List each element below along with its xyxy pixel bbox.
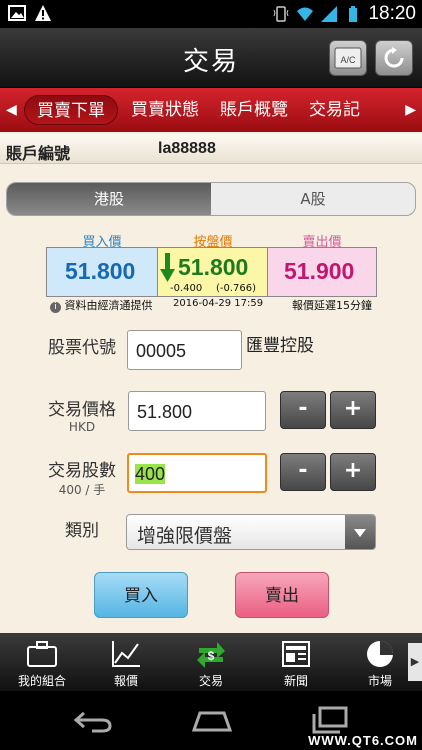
- tab-trade-history[interactable]: 交易記: [301, 95, 368, 125]
- order-type-label: 類別: [65, 521, 99, 541]
- down-arrow-icon: [160, 253, 175, 282]
- data-source-note: i 資料由經濟通提供: [50, 297, 153, 313]
- wifi-icon: [297, 7, 314, 21]
- quote-delay-note: 報價延遲15分鐘: [292, 299, 372, 312]
- svg-text:A/C: A/C: [340, 55, 356, 65]
- price-increase-button[interactable]: +: [330, 391, 376, 429]
- account-row: 賬戶編號 la88888: [0, 134, 422, 164]
- sell-button[interactable]: 賣出: [235, 572, 329, 618]
- market-option-hk[interactable]: 港股: [7, 183, 211, 215]
- account-number: la88888: [158, 140, 216, 157]
- title-bar: 交易 A/C: [0, 28, 422, 88]
- order-type-value: 增強限價盤: [137, 525, 233, 547]
- buy-button[interactable]: 買入: [94, 572, 188, 618]
- info-icon: i: [50, 302, 61, 313]
- tab-scroll-left-icon[interactable]: ◀: [6, 102, 17, 118]
- briefcase-icon: [27, 641, 57, 667]
- order-type-select[interactable]: 增強限價盤: [126, 514, 376, 550]
- tab-list: 買賣下單 買賣狀態 賬戶概覽 交易記: [24, 94, 396, 126]
- price-input[interactable]: 51.800: [128, 391, 266, 431]
- nav-trade-label: 交易: [198, 674, 223, 688]
- nav-quotes[interactable]: 報價: [86, 633, 166, 691]
- function-tab-bar: ◀ 買賣下單 買賣狀態 賬戶概覽 交易記 ▶: [0, 88, 422, 132]
- ask-price: 51.900: [284, 258, 355, 284]
- pie-chart-icon: [367, 641, 393, 667]
- system-nav-bar: WWW.QT6.COM: [0, 691, 422, 750]
- tab-order-status[interactable]: 買賣狀態: [123, 95, 207, 125]
- quantity-decrease-button[interactable]: -: [280, 453, 326, 491]
- nominal-box: 51.800 -0.400 (-0.766): [157, 247, 268, 297]
- market-option-a-share[interactable]: A股: [211, 183, 415, 215]
- nav-portfolio-label: 我的組合: [17, 674, 66, 688]
- exchange-icon: $: [197, 642, 225, 668]
- refresh-icon: [384, 47, 404, 68]
- bottom-navigation: 我的組合 報價 $ 交易 新聞 市場 ▶: [0, 633, 422, 691]
- status-bar: 18:20: [0, 0, 422, 28]
- recent-apps-icon[interactable]: [310, 705, 350, 735]
- quantity-label: 交易股數: [48, 461, 116, 481]
- tab-place-order[interactable]: 買賣下單: [24, 95, 118, 125]
- nav-more-arrow[interactable]: ▶: [408, 643, 422, 681]
- line-chart-icon: [112, 641, 140, 667]
- tab-scroll-right-icon[interactable]: ▶: [405, 102, 416, 118]
- quantity-increase-button[interactable]: +: [330, 453, 376, 491]
- tab-account-overview[interactable]: 賬戶概覽: [212, 95, 296, 125]
- watermark: WWW.QT6.COM: [308, 733, 418, 748]
- nav-trade[interactable]: $ 交易: [171, 633, 251, 691]
- svg-text:$: $: [208, 649, 215, 663]
- nominal-price: 51.800: [178, 254, 249, 280]
- price-label: 交易價格: [48, 400, 116, 420]
- quantity-input[interactable]: 400: [127, 453, 267, 493]
- nav-quotes-label: 報價: [113, 674, 138, 688]
- dropdown-caret-icon: [345, 515, 375, 549]
- battery-icon: [349, 6, 358, 22]
- image-notification-icon: [8, 5, 26, 21]
- clock: 18:20: [368, 3, 416, 24]
- price-change-pct: (-0.766): [216, 283, 257, 294]
- refresh-button[interactable]: [375, 40, 413, 76]
- signal-icon: [321, 6, 338, 22]
- account-switch-button[interactable]: A/C: [329, 40, 367, 76]
- newspaper-icon: [282, 641, 310, 667]
- price-currency: HKD: [68, 420, 96, 434]
- bid-price: 51.800: [65, 258, 136, 284]
- stock-code-input[interactable]: 00005: [127, 330, 242, 370]
- market-toggle: 港股 A股: [6, 182, 416, 216]
- quote-timestamp: 2016-04-29 17:59: [173, 298, 264, 309]
- price-change: -0.400: [170, 283, 203, 294]
- bid-box: 51.800: [46, 247, 158, 297]
- account-card-icon: A/C: [334, 47, 362, 69]
- stock-code-label: 股票代號: [48, 338, 116, 358]
- home-icon[interactable]: [190, 709, 234, 733]
- ask-box: 51.900: [267, 247, 377, 297]
- account-label: 賬戶編號: [6, 144, 71, 163]
- nav-news-label: 新聞: [283, 674, 308, 688]
- price-decrease-button[interactable]: -: [280, 391, 326, 429]
- vibrate-icon: [273, 6, 289, 22]
- nav-portfolio[interactable]: 我的組合: [2, 633, 82, 691]
- lot-size-info: 400 / 手: [58, 483, 106, 497]
- stock-name: 匯豐控股: [246, 336, 314, 356]
- quantity-value: 400: [135, 464, 166, 484]
- warning-icon: [35, 5, 51, 21]
- data-source-text: 資料由經濟通提供: [64, 299, 153, 312]
- back-icon[interactable]: [72, 709, 114, 733]
- nav-news[interactable]: 新聞: [256, 633, 336, 691]
